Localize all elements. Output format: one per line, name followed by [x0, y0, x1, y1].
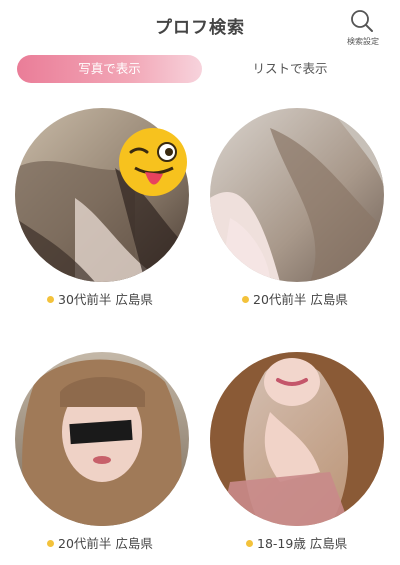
- profile-info: 20代前半 広島県: [242, 289, 348, 308]
- profile-photo[interactable]: [15, 352, 189, 526]
- tab-photo-view[interactable]: 写真で表示: [17, 55, 202, 83]
- profile-card[interactable]: 30代前半 広島県: [15, 108, 195, 308]
- tab-list-view[interactable]: リストで表示: [200, 55, 380, 83]
- profile-info-text: 20代前半 広島県: [253, 292, 348, 307]
- profile-info-text: 18-19歳 広島県: [257, 536, 348, 551]
- search-settings-button[interactable]: 検索設定: [338, 6, 388, 50]
- profile-card[interactable]: 18-19歳 広島県: [210, 352, 390, 552]
- online-status-icon: [242, 296, 249, 303]
- profile-info: 30代前半 広島県: [47, 289, 153, 308]
- view-tabs: 写真で表示 リストで表示: [0, 52, 400, 90]
- profile-info: 18-19歳 広島県: [246, 533, 347, 552]
- online-status-icon: [47, 540, 54, 547]
- profile-info: 20代前半 広島県: [47, 533, 153, 552]
- header: プロフ検索 検索設定: [0, 0, 400, 52]
- profile-card[interactable]: 20代前半 広島県: [210, 108, 390, 308]
- online-status-icon: [47, 296, 54, 303]
- profile-photo[interactable]: [210, 108, 384, 282]
- emoji-sticker-icon: [119, 128, 187, 196]
- profile-card[interactable]: 20代前半 広島県: [15, 352, 195, 552]
- profile-photo[interactable]: [210, 352, 384, 526]
- online-status-icon: [246, 540, 253, 547]
- profile-info-text: 30代前半 広島県: [58, 292, 153, 307]
- search-icon: [351, 10, 373, 32]
- search-settings-label: 検索設定: [347, 37, 379, 46]
- profile-info-text: 20代前半 広島県: [58, 536, 153, 551]
